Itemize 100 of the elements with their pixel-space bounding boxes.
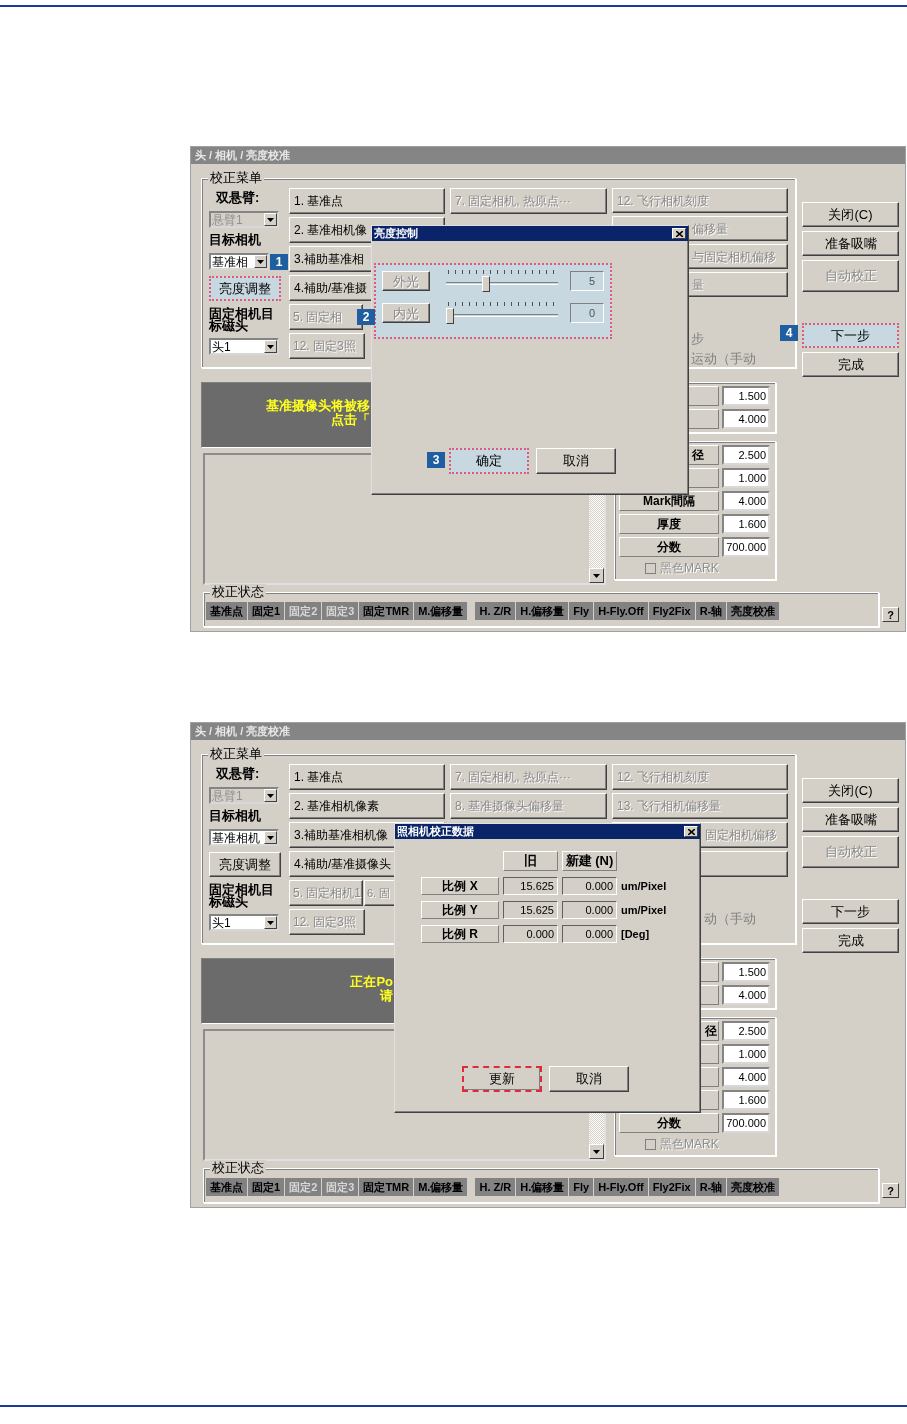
field-label: 双悬臂: — [215, 191, 261, 205]
combo-box[interactable]: 头1 — [209, 914, 279, 931]
combo-box[interactable]: 头1 — [209, 338, 279, 355]
option-label: 步 — [690, 330, 705, 347]
message-text: 正在Po — [350, 975, 393, 989]
callout-badge: 4 — [780, 325, 798, 341]
value-field[interactable]: 1.000 — [722, 1044, 770, 1064]
side-button[interactable]: 关闭(C) — [802, 778, 899, 803]
status-cell: H-Fly.Off — [594, 602, 648, 620]
value-field[interactable]: 2.500 — [722, 1021, 770, 1041]
group-title: 校正状态 — [210, 1160, 266, 1176]
message-text: 点击「 — [331, 413, 370, 427]
adjust-button[interactable]: 亮度调整 — [209, 852, 281, 877]
status-cell: H. Z/R — [475, 1178, 516, 1196]
close-button[interactable] — [672, 228, 686, 239]
status-cell: M.偏移量 — [414, 1178, 468, 1196]
value-field[interactable]: 4.000 — [722, 1067, 770, 1087]
slider-track[interactable] — [446, 270, 558, 292]
field-label: 固定相机目标磁头 — [209, 308, 275, 332]
side-button[interactable]: 完成 — [802, 352, 899, 377]
label-cell: 厚度 — [619, 514, 719, 534]
side-button[interactable]: 准备吸嘴 — [802, 807, 899, 832]
dropdown-arrow-icon — [267, 793, 274, 798]
dialog-button[interactable]: 更新 — [462, 1066, 542, 1092]
dialog-button[interactable]: 确定 — [449, 448, 529, 474]
label-cell: 分数 — [619, 537, 719, 557]
close-icon — [675, 230, 683, 237]
status-cell: H.偏移量 — [516, 602, 569, 620]
status-cell: 固定3 — [322, 1178, 359, 1196]
option-label: 运动（手动 — [690, 350, 757, 367]
value-field[interactable]: 1.600 — [722, 1090, 770, 1110]
slider-thumb[interactable] — [482, 276, 491, 292]
status-cell: M.偏移量 — [414, 602, 468, 620]
field-label: 固定相机目标磁头 — [209, 884, 275, 908]
side-button[interactable]: 准备吸嘴 — [802, 231, 899, 256]
status-cell: 固定2 — [285, 1178, 322, 1196]
value-field: 0.000 — [562, 877, 617, 895]
group-title: 校正菜单 — [208, 746, 264, 762]
side-button[interactable]: 完成 — [802, 928, 899, 953]
status-cell: H-Fly.Off — [594, 1178, 648, 1196]
adjust-button[interactable]: 亮度调整 — [209, 276, 281, 301]
status-cell: 固定1 — [248, 602, 285, 620]
side-button[interactable]: 关闭(C) — [802, 202, 899, 227]
status-cell: Fly — [569, 602, 594, 620]
status-cell: 固定1 — [248, 1178, 285, 1196]
callout-badge: 1 — [270, 254, 288, 270]
dropdown-arrow-icon — [267, 344, 274, 349]
help-button[interactable]: ? — [882, 607, 899, 622]
slider-track[interactable] — [446, 302, 558, 324]
dialog-button[interactable]: 取消 — [549, 1066, 629, 1092]
status-cell: 亮度校准 — [727, 602, 780, 620]
dropdown-arrow-icon — [267, 217, 274, 222]
status-cell: 固定TMR — [359, 1178, 414, 1196]
slider-thumb[interactable] — [446, 308, 454, 324]
close-button[interactable] — [684, 826, 698, 837]
value-field[interactable]: 4.000 — [722, 985, 770, 1005]
callout-badge: 2 — [357, 309, 375, 325]
value-field: 0.000 — [562, 925, 617, 943]
unit-label: [Deg] — [621, 927, 651, 942]
side-button[interactable]: 下一步 — [802, 323, 899, 348]
message-text: 请 — [380, 989, 393, 1003]
window-title: 头 / 相机 / 亮度校准 — [195, 724, 291, 740]
dropdown-arrow-icon — [257, 259, 264, 264]
status-cell: Fly2Fix — [648, 1178, 695, 1196]
menu-button[interactable]: 2. 基准相机像素 — [289, 793, 445, 819]
status-cell: Fly — [569, 1178, 594, 1196]
status-cell: 基准点 — [206, 602, 247, 620]
value-field[interactable]: 2.500 — [722, 445, 770, 465]
field-label: 目标相机 — [209, 809, 262, 823]
value-field[interactable]: 1.600 — [722, 514, 770, 534]
value-field[interactable]: 1.500 — [722, 962, 770, 982]
value-field: 15.625 — [503, 901, 558, 919]
combo-box[interactable]: 基准相机 — [209, 829, 279, 846]
value-field[interactable]: 1.500 — [722, 386, 770, 406]
column-header: 旧 — [503, 851, 558, 871]
status-cell: 固定2 — [285, 602, 322, 620]
row-label: 比例 X — [421, 877, 499, 895]
dialog-button[interactable]: 取消 — [536, 448, 616, 474]
scroll-down-icon — [593, 1149, 600, 1154]
value-field[interactable]: 700.000 — [722, 1113, 770, 1133]
value-field[interactable]: 1.000 — [722, 468, 770, 488]
menu-button[interactable]: 1. 基准点 — [289, 188, 445, 214]
field-label: 双悬臂: — [215, 767, 261, 781]
close-icon — [687, 828, 695, 835]
status-cell: Fly2Fix — [648, 602, 695, 620]
callout-badge: 3 — [427, 452, 445, 468]
unit-label: um/Pixel — [621, 903, 668, 918]
combo-box[interactable]: 基准相 — [209, 253, 269, 270]
row-label: 比例 Y — [421, 901, 499, 919]
side-button[interactable]: 下一步 — [802, 899, 899, 924]
value-field[interactable]: 4.000 — [722, 491, 770, 511]
help-button[interactable]: ? — [882, 1183, 899, 1198]
status-cell: 固定TMR — [359, 602, 414, 620]
value-field[interactable]: 700.000 — [722, 537, 770, 557]
value-field[interactable]: 4.000 — [722, 409, 770, 429]
column-header: 新建 (N) — [562, 851, 617, 871]
menu-button[interactable]: 1. 基准点 — [289, 764, 445, 790]
status-cell: R-轴 — [695, 1178, 727, 1196]
dropdown-arrow-icon — [267, 920, 274, 925]
value-field: 15.625 — [503, 877, 558, 895]
